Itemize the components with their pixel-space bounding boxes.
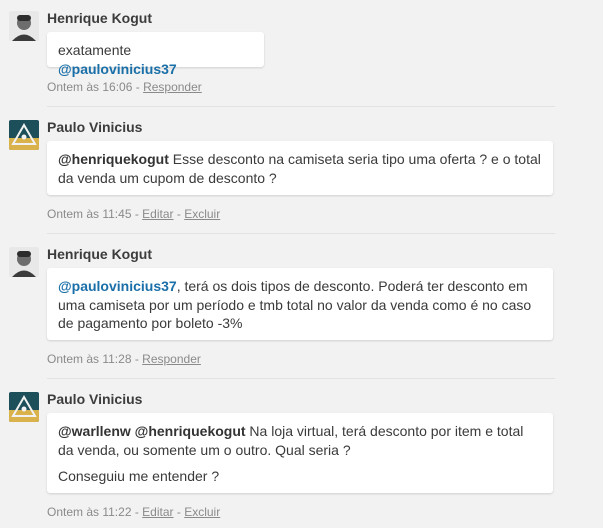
triangle-logo-avatar-icon bbox=[9, 120, 39, 150]
comment-meta: Ontem às 11:22 - Editar - Excluir bbox=[47, 505, 221, 519]
avatar[interactable] bbox=[9, 247, 39, 277]
avatar[interactable] bbox=[9, 11, 39, 41]
comment-author[interactable]: Henrique Kogut bbox=[47, 10, 152, 26]
comment-time: Ontem às 11:28 bbox=[47, 352, 132, 366]
divider bbox=[47, 378, 555, 379]
divider bbox=[47, 106, 555, 107]
edit-link[interactable]: Editar bbox=[142, 207, 173, 221]
comment: Henrique Kogut exatamente @paulovinicius… bbox=[0, 0, 603, 100]
user-mention-link[interactable]: @paulovinicius37 bbox=[58, 61, 177, 77]
comment-body: exatamente @paulovinicius37 bbox=[47, 32, 264, 77]
user-mention-link[interactable]: @paulovinicius37 bbox=[58, 278, 177, 294]
delete-link[interactable]: Excluir bbox=[184, 207, 220, 221]
edit-link[interactable]: Editar bbox=[142, 505, 173, 519]
comment-body: @paulovinicius37, terá os dois tipos de … bbox=[47, 268, 553, 340]
comment-text-second: Conseguiu me entender ? bbox=[58, 468, 220, 484]
comment-author[interactable]: Henrique Kogut bbox=[47, 246, 152, 262]
user-mention-link[interactable]: @warllenw @henriquekogut bbox=[58, 423, 246, 439]
avatar[interactable] bbox=[9, 392, 39, 422]
comment-author[interactable]: Paulo Vinicius bbox=[47, 391, 142, 407]
comment-author[interactable]: Paulo Vinicius bbox=[47, 119, 142, 135]
comment-text: exatamente bbox=[58, 42, 132, 58]
comment-meta: Ontem às 16:06 - Responder bbox=[47, 80, 202, 94]
person-avatar-icon bbox=[9, 247, 39, 277]
triangle-logo-avatar-icon bbox=[9, 392, 39, 422]
comment-body: @warllenw @henriquekogut Na loja virtual… bbox=[47, 413, 553, 493]
comment-body: @henriquekogut Esse desconto na camiseta… bbox=[47, 141, 553, 195]
divider bbox=[47, 233, 555, 234]
person-avatar-icon bbox=[9, 11, 39, 41]
reply-link[interactable]: Responder bbox=[142, 352, 201, 366]
comment-meta: Ontem às 11:45 - Editar - Excluir bbox=[47, 207, 221, 221]
comment-meta: Ontem às 11:28 - Responder bbox=[47, 352, 201, 366]
reply-link[interactable]: Responder bbox=[143, 80, 202, 94]
comment-time: Ontem às 11:22 bbox=[47, 505, 132, 519]
comment-time: Ontem às 11:45 bbox=[47, 207, 132, 221]
avatar[interactable] bbox=[9, 120, 39, 150]
comment-time: Ontem às 16:06 bbox=[47, 80, 133, 94]
user-mention-link[interactable]: @henriquekogut bbox=[58, 151, 169, 167]
delete-link[interactable]: Excluir bbox=[184, 505, 220, 519]
